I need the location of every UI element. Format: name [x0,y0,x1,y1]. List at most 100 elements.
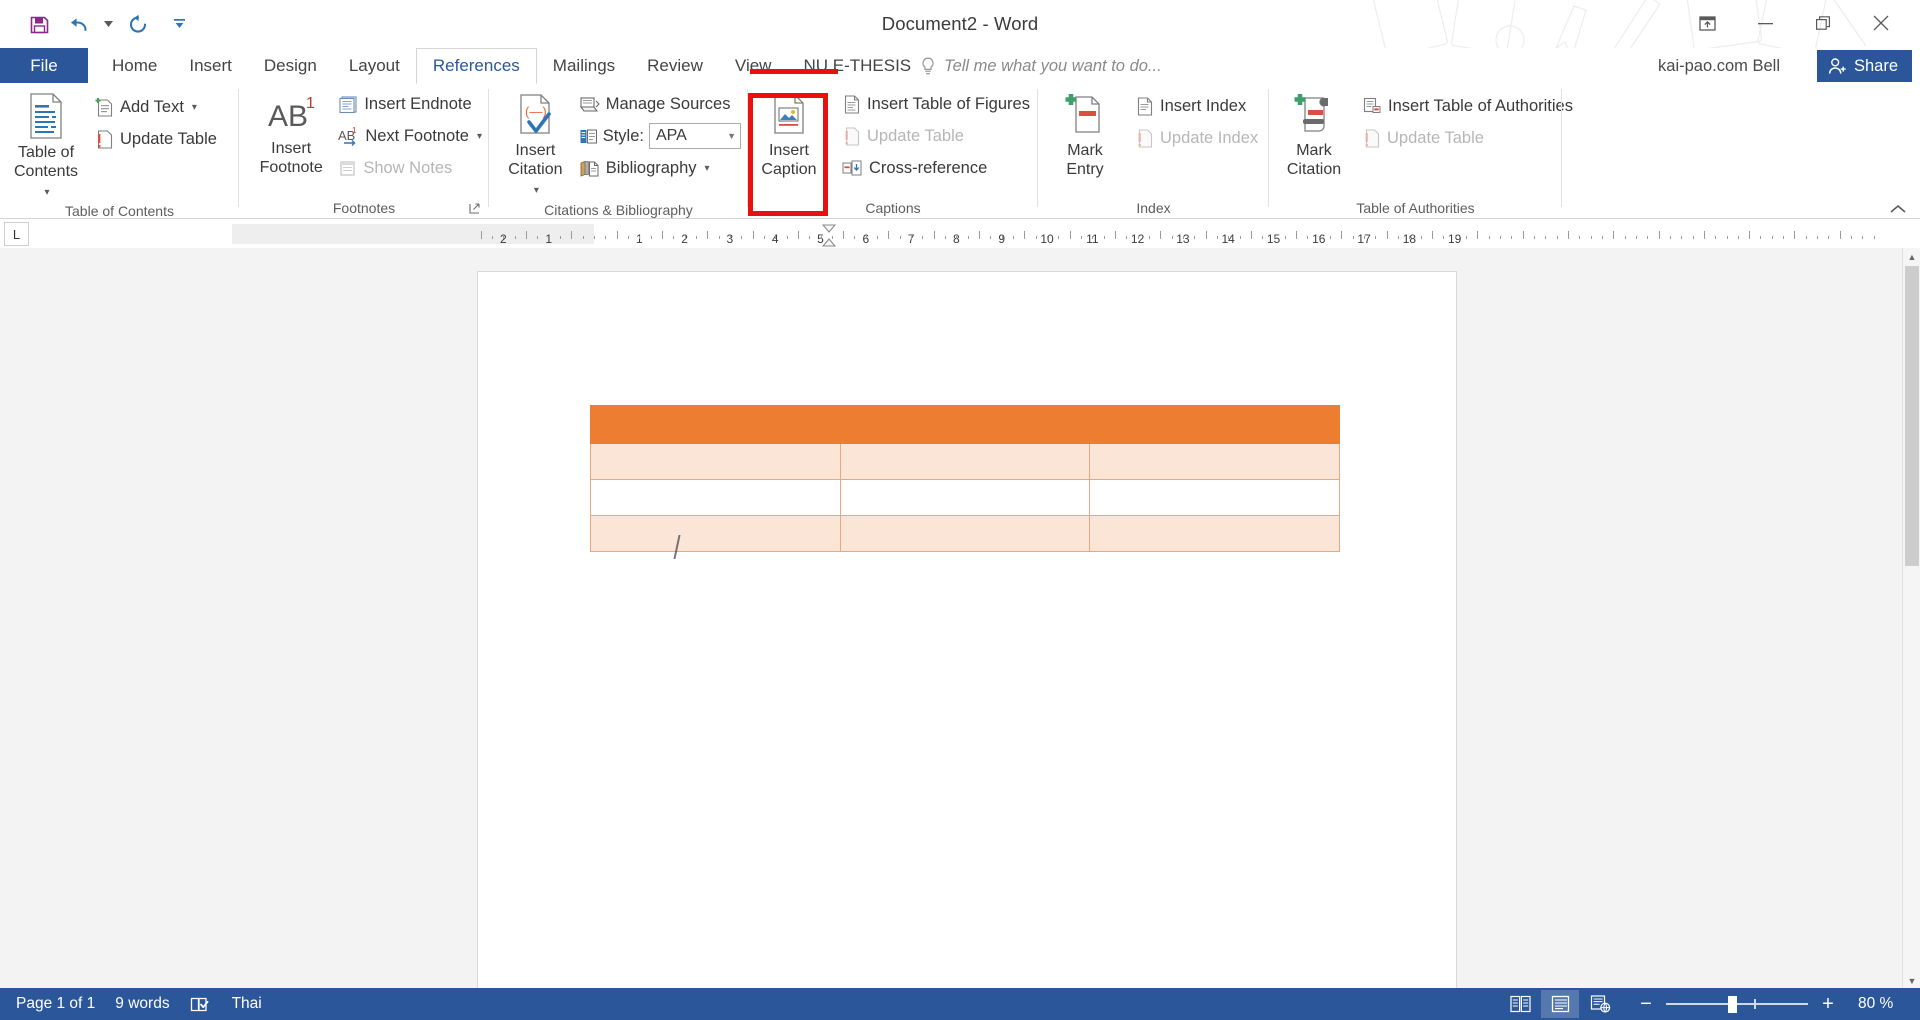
ruler-minor-tick [594,236,595,239]
tab-nu-e-thesis[interactable]: NU E-THESIS [787,48,927,84]
scrollbar-thumb[interactable] [1905,266,1919,566]
manage-sources-button[interactable]: Manage Sources [572,88,748,120]
update-index-button[interactable]: Update Index [1128,122,1265,154]
group-label-captions: Captions [865,200,921,216]
collapse-ribbon-chevron-up-icon[interactable] [1890,204,1906,214]
insert-index-button[interactable]: Insert Index [1128,90,1265,122]
table-of-contents-button[interactable]: Table of Contents ▾ [10,88,82,202]
bibliography-button[interactable]: Bibliography ▾ [572,152,748,184]
table-cell[interactable] [590,515,841,552]
tab-home[interactable]: Home [96,48,173,84]
horizontal-ruler-row: L 2 1 1 2 3 4 5 6 7 8 9 10 11 12 13 14 15 16 17 18 19 [0,220,1920,257]
ruler-minor-tick [911,236,912,239]
add-text-button[interactable]: Add Text ▾ [88,91,224,123]
cross-reference-icon [842,158,863,178]
minimize-icon[interactable] [1736,4,1794,42]
restore-icon[interactable] [1794,4,1852,42]
update-table-icon [95,129,114,149]
tab-view[interactable]: View [719,48,788,84]
update-table-toc-button[interactable]: Update Table [88,123,224,155]
ruler-major-tick [1523,231,1524,239]
footnotes-dialog-launcher[interactable] [467,201,482,216]
table-cell[interactable] [839,443,1091,480]
table-cell[interactable] [1089,515,1340,552]
tab-review[interactable]: Review [631,48,719,84]
tab-layout[interactable]: Layout [333,48,416,84]
hanging-indent-marker[interactable] [822,238,836,247]
table-cell[interactable] [839,515,1091,552]
zoom-out-button[interactable]: − [1637,994,1655,1014]
update-index-icon [1135,128,1154,148]
ruler-major-tick [1432,231,1433,239]
citation-style-chevron-down-icon[interactable]: ▼ [727,131,736,141]
table-cell[interactable] [1089,479,1340,516]
insert-citation-button[interactable]: (—) Insert Citation ▾ [501,88,570,200]
citation-style-select[interactable]: APA ▼ [649,123,741,149]
next-footnote-chevron-down-icon[interactable]: ▾ [477,131,482,142]
share-button[interactable]: Share [1816,50,1912,82]
web-layout-icon[interactable] [1581,990,1619,1018]
mark-citation-button[interactable]: Mark Citation [1283,88,1345,179]
update-table-authorities-button[interactable]: Update Table [1355,122,1580,154]
tab-design[interactable]: Design [248,48,333,84]
insert-table-of-authorities-button[interactable]: Insert Table of Authorities [1355,90,1580,122]
zoom-slider-thumb[interactable] [1728,996,1737,1013]
tab-references[interactable]: References [415,48,537,84]
ruler-major-tick [481,231,482,239]
update-table-figures-button[interactable]: Update Table [835,120,1037,152]
table-cell[interactable] [1089,443,1340,480]
horizontal-ruler[interactable]: 2 1 1 2 3 4 5 6 7 8 9 10 11 12 13 14 15 16 17 18 19 [232,224,1875,247]
zoom-level[interactable]: 80 % [1858,995,1906,1013]
add-text-chevron-down-icon[interactable]: ▾ [192,102,197,113]
scroll-up-arrow-icon[interactable]: ▲ [1903,248,1920,266]
insert-index-icon [1135,96,1154,116]
zoom-slider-track [1666,1003,1808,1005]
mark-entry-button[interactable]: Mark Entry [1054,88,1116,179]
page-indicator[interactable]: Page 1 of 1 [6,988,105,1020]
ruler-tick-label: 1 [635,232,643,246]
word-count[interactable]: 9 words [105,988,179,1020]
table-cell[interactable] [590,479,841,516]
insert-footnote-button[interactable]: AB 1 Insert Footnote [253,88,329,177]
next-footnote-button[interactable]: AB 1 Next Footnote ▾ [331,120,489,152]
ruler-minor-tick [1138,236,1139,239]
ribbon-group-table-of-authorities: Mark Citation Insert Table of Authoritie… [1269,83,1573,219]
table-cell[interactable] [590,443,841,480]
table-cell[interactable] [590,405,841,444]
group-label-footnotes-text: Footnotes [332,200,396,216]
close-icon[interactable] [1852,4,1910,42]
insert-caption-label: Insert Caption [761,142,817,178]
read-mode-icon[interactable] [1501,990,1539,1018]
ruler-major-tick [707,231,708,239]
spelling-and-grammar-check-icon[interactable] [180,988,222,1020]
tab-mailings[interactable]: Mailings [537,48,631,84]
insert-table-of-figures-button[interactable]: Insert Table of Figures [835,88,1037,120]
tab-file[interactable]: File [0,48,88,84]
table-cell[interactable] [839,479,1091,516]
insert-caption-button[interactable]: Insert Caption [755,88,823,179]
tab-insert[interactable]: Insert [173,48,248,84]
print-layout-icon[interactable] [1541,990,1579,1018]
bibliography-chevron-down-icon[interactable]: ▾ [705,163,710,174]
ruler-major-tick [753,231,754,239]
manage-sources-label: Manage Sources [605,94,731,113]
account-name[interactable]: kai-pao.com Bell [1658,48,1780,84]
zoom-slider[interactable] [1666,995,1808,1013]
ribbon-display-options-icon[interactable] [1678,4,1736,42]
document-table[interactable] [590,405,1340,552]
tab-stop-selector[interactable]: L [4,222,29,246]
language-indicator[interactable]: Thai [222,988,272,1020]
insert-endnote-button[interactable]: Insert Endnote [331,88,489,120]
document-page[interactable] [478,272,1456,990]
tell-me-search[interactable]: Tell me what you want to do... [920,48,1162,84]
vertical-scrollbar[interactable]: ▲ ▼ [1902,248,1920,990]
ruler-major-tick [843,231,844,239]
cross-reference-button[interactable]: Cross-reference [835,152,1037,184]
zoom-in-button[interactable]: + [1819,994,1837,1014]
show-notes-button[interactable]: Show Notes [331,152,489,184]
table-cell[interactable] [1089,405,1340,444]
table-cell[interactable] [839,405,1091,444]
ruler-minor-tick [628,236,629,239]
first-line-indent-marker[interactable] [822,224,836,233]
document-canvas[interactable] [0,248,1920,990]
